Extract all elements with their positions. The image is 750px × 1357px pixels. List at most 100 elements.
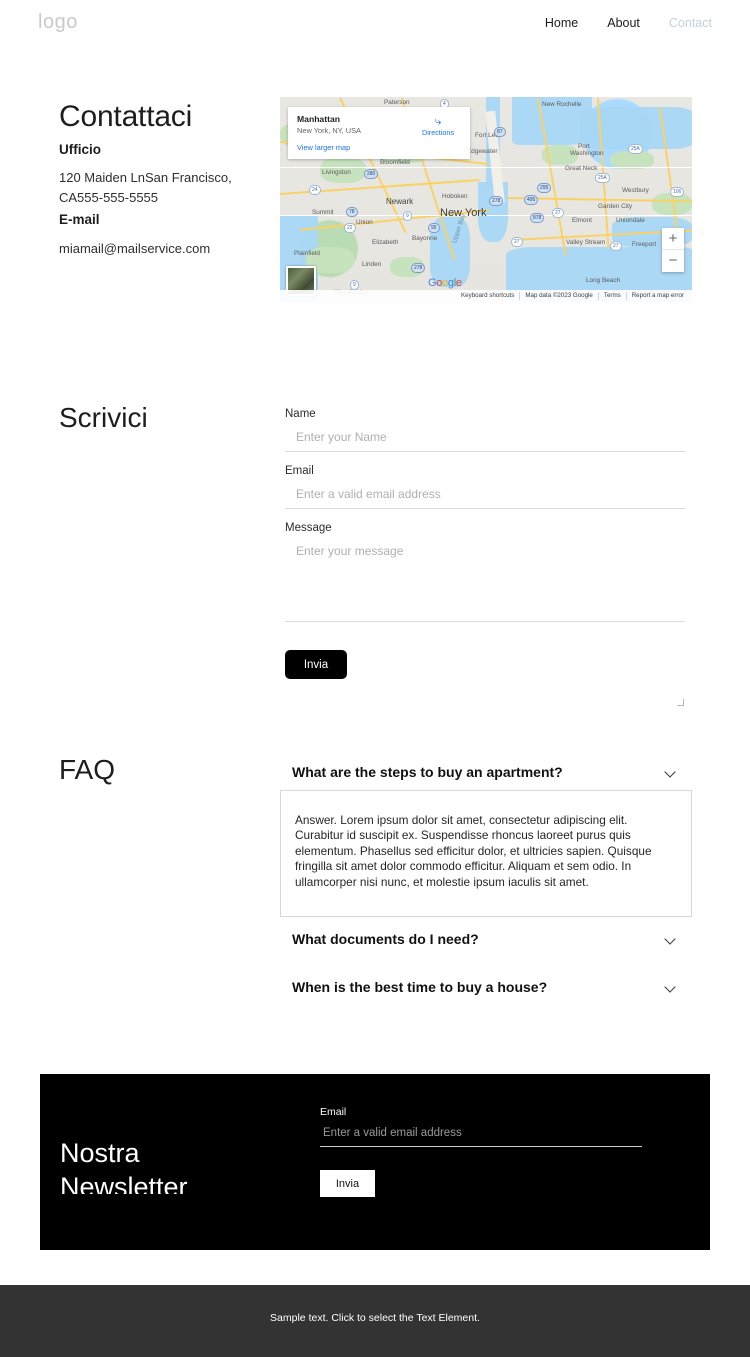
map-route-shield: 25A	[595, 173, 610, 183]
email-address: miamail@mailservice.com	[59, 241, 211, 256]
map-label: Union	[356, 219, 373, 226]
map-attribution-bar: Keyboard shortcuts Map data ©2023 Google…	[280, 290, 692, 302]
map-zoom-controls[interactable]: + −	[662, 228, 684, 272]
faq-question-2[interactable]: What documents do I need?	[280, 925, 692, 953]
map-label: Washington	[570, 150, 604, 157]
map-route-shield: 27	[552, 208, 564, 218]
map-zoom-in-button[interactable]: +	[662, 228, 684, 250]
message-field-group: Message	[285, 522, 685, 706]
map-route-shield: 106	[670, 187, 685, 197]
map-label: Freeport	[632, 241, 657, 248]
map-label: Linden	[362, 261, 382, 268]
write-us-heading: Scrivici	[59, 402, 148, 433]
contact-form: Name Email Message Invia	[285, 408, 685, 706]
view-larger-map-link[interactable]: View larger map	[297, 143, 461, 152]
email-label: Email	[285, 465, 314, 477]
map-route-shield: 278	[411, 263, 426, 273]
map-terms-link[interactable]: Terms	[597, 292, 626, 300]
email-label: E-mail	[59, 212, 100, 227]
faq-question-1[interactable]: What are the steps to buy an apartment?	[280, 758, 692, 786]
contact-heading: Contattaci	[59, 100, 193, 133]
faq-question-text: When is the best time to buy a house?	[292, 979, 548, 996]
message-label: Message	[285, 522, 332, 534]
map-route-shield: 87	[494, 127, 506, 137]
footer-sample-text[interactable]: Sample text. Click to select the Text El…	[0, 1312, 750, 1324]
map-route-shield: 278	[489, 196, 504, 206]
faq-heading: FAQ	[59, 754, 116, 785]
map-label: Edgewater	[467, 148, 498, 155]
map-keyboard-shortcuts[interactable]: Keyboard shortcuts	[456, 292, 519, 300]
nav-link-home[interactable]: Home	[545, 16, 578, 30]
directions-label: Directions	[422, 128, 454, 137]
faq-question-3[interactable]: When is the best time to buy a house?	[280, 973, 692, 1001]
map-route-shield: 878	[530, 213, 545, 223]
main-navigation: Home About Contact	[545, 16, 712, 30]
map-label: Summit	[312, 209, 334, 216]
chevron-down-icon[interactable]	[665, 982, 676, 993]
map-directions-button[interactable]: ⤷ Directions	[415, 115, 461, 137]
newsletter-title: Nostra Newsletter	[60, 1136, 360, 1194]
chevron-down-icon[interactable]	[665, 934, 676, 945]
chevron-down-icon[interactable]	[665, 767, 676, 778]
newsletter-section: Nostra Newsletter Email Invia	[40, 1074, 710, 1250]
map-route-shield: 27	[610, 241, 622, 251]
newsletter-email-label: Email	[320, 1106, 347, 1118]
map-label: Westbury	[622, 187, 649, 194]
map-route-shield: 78	[346, 207, 358, 217]
map-data-attribution: Map data ©2023 Google	[519, 292, 598, 300]
map-route-shield: 280	[364, 169, 379, 179]
office-address: 120 Maiden LnSan Francisco, CA555-555-55…	[59, 170, 232, 205]
map-route-shield: 22	[344, 223, 356, 233]
map-route-shield: 25A	[628, 144, 643, 154]
map-label: New Rochelle	[542, 101, 582, 108]
newsletter-email-input[interactable]	[320, 1127, 642, 1147]
resize-handle-icon[interactable]	[677, 699, 684, 706]
map-label: Uniondale	[616, 217, 645, 224]
map-report-error-link[interactable]: Report a map error	[625, 292, 689, 300]
map-label: Plainfield	[294, 250, 320, 257]
email-field-group: Email	[285, 465, 685, 509]
name-field-group: Name	[285, 408, 685, 452]
newsletter-submit-button[interactable]: Invia	[320, 1170, 375, 1197]
map-label: Great Neck	[565, 165, 598, 172]
email-input[interactable]	[285, 485, 685, 509]
site-header: logo Home About Contact	[0, 0, 750, 48]
name-input[interactable]	[285, 428, 685, 452]
logo[interactable]: logo	[38, 11, 78, 34]
map-route-shield: 295	[537, 183, 552, 193]
nav-link-contact[interactable]: Contact	[669, 16, 712, 30]
map-label: Hoboken	[442, 193, 468, 200]
map-label: Elizabeth	[372, 239, 399, 246]
map-label: Bloomfield	[380, 159, 410, 166]
map-water	[580, 107, 692, 149]
map-label: Elmont	[572, 217, 592, 224]
send-message-button[interactable]: Invia	[285, 650, 347, 679]
map-route-shield: 95	[428, 223, 440, 233]
map-label: Newark	[386, 197, 414, 206]
map-label: Port	[578, 143, 590, 150]
map-zoom-out-button[interactable]: −	[662, 250, 684, 272]
nav-link-about[interactable]: About	[607, 16, 640, 30]
faq-question-text: What documents do I need?	[292, 931, 479, 948]
faq-question-text: What are the steps to buy an apartment?	[292, 764, 563, 780]
google-map[interactable]: Paterson New Rochelle Fort Lee Edgewater…	[280, 97, 692, 302]
map-label: Paterson	[384, 99, 410, 106]
map-label: Bayonne	[412, 235, 438, 242]
newsletter-form: Email Invia	[320, 1106, 645, 1197]
newsletter-title-line1: Nostra	[60, 1138, 140, 1168]
map-route-shield: 495	[524, 195, 539, 205]
message-textarea[interactable]	[285, 542, 685, 622]
name-label: Name	[285, 408, 316, 420]
map-route-shield: 9	[350, 280, 359, 290]
map-label: Livingston	[322, 169, 351, 176]
faq-list: What are the steps to buy an apartment? …	[280, 758, 692, 1001]
map-info-card[interactable]: Manhattan New York, NY, USA View larger …	[288, 107, 470, 159]
map-route-shield: 24	[309, 185, 321, 195]
map-label: Long Beach	[586, 277, 621, 284]
faq-answer-1: Answer. Lorem ipsum dolor sit amet, cons…	[280, 790, 692, 918]
office-label: Ufficio	[59, 142, 101, 157]
map-route-shield: 9	[403, 211, 412, 221]
map-label: Garden City	[598, 203, 633, 210]
map-route-shield: 27	[511, 237, 523, 247]
site-footer: Sample text. Click to select the Text El…	[0, 1285, 750, 1357]
